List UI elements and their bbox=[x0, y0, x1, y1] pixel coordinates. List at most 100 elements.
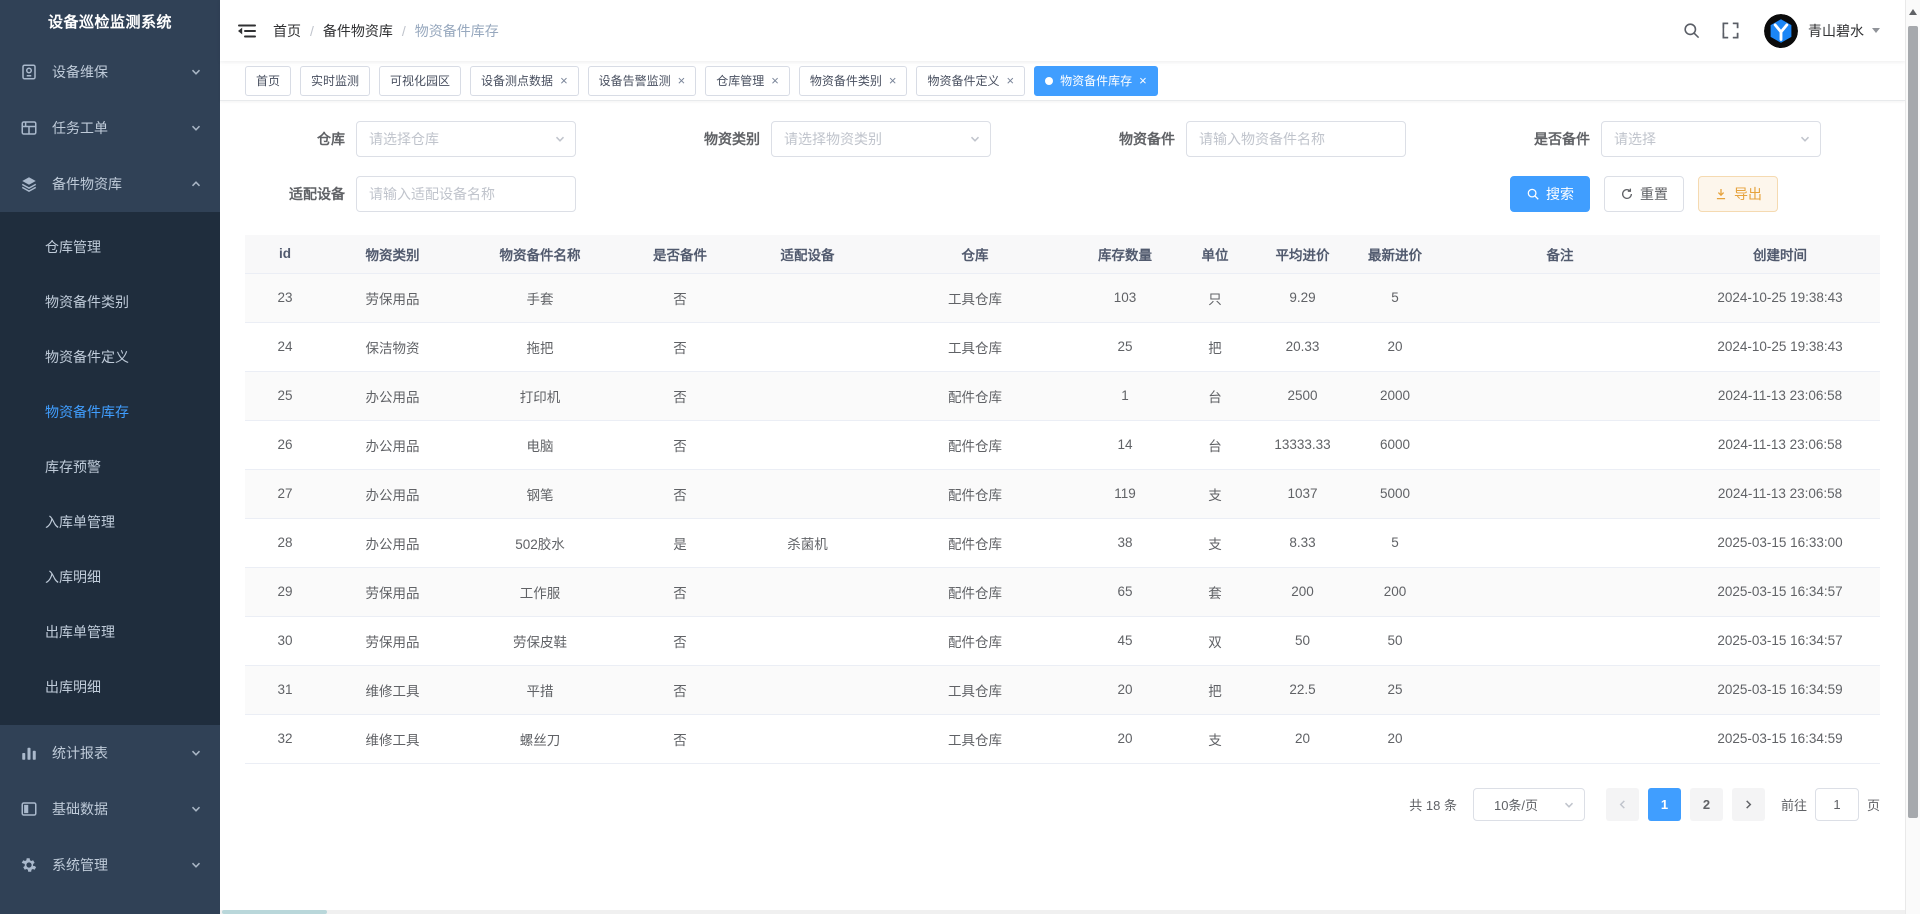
search-button[interactable]: 搜索 bbox=[1510, 176, 1590, 212]
cell-remark bbox=[1440, 273, 1680, 322]
goto-page: 前往 页 bbox=[1781, 788, 1880, 821]
tab-label: 设备告警监测 bbox=[599, 72, 671, 89]
filter-spare-name: 物资备件 bbox=[1075, 121, 1490, 157]
tab-realtime-monitor[interactable]: 实时监测 bbox=[300, 66, 370, 96]
close-icon[interactable]: × bbox=[1007, 74, 1015, 87]
tab-home[interactable]: 首页 bbox=[245, 66, 291, 96]
sidebar-item-inbound-details[interactable]: 入库明细 bbox=[0, 550, 220, 605]
topbar-right: 青山碧水 bbox=[1682, 14, 1880, 48]
next-page-button[interactable] bbox=[1732, 788, 1765, 821]
close-icon[interactable]: × bbox=[1139, 74, 1147, 87]
sidebar-item-spare-inventory[interactable]: 物资备件库存 bbox=[0, 385, 220, 440]
sidebar-item-base-data[interactable]: 基础数据 bbox=[0, 781, 220, 837]
cell-id: 28 bbox=[245, 518, 325, 567]
warehouse-select-input[interactable] bbox=[356, 121, 576, 157]
cell-quantity: 20 bbox=[1075, 665, 1175, 714]
export-button[interactable]: 导出 bbox=[1698, 176, 1778, 212]
tab-warehouse-management[interactable]: 仓库管理 × bbox=[705, 66, 790, 96]
table-row: 29 劳保用品 工作服 否 配件仓库 65 套 200 200 2025-03-… bbox=[245, 567, 1880, 616]
sidebar-item-spare-definition[interactable]: 物资备件定义 bbox=[0, 330, 220, 385]
breadcrumb-home[interactable]: 首页 bbox=[273, 21, 301, 41]
cell-is-spare: 否 bbox=[620, 469, 740, 518]
vertical-scrollbar-thumb[interactable] bbox=[1908, 26, 1918, 818]
cell-name: 拖把 bbox=[460, 322, 620, 371]
cell-id: 29 bbox=[245, 567, 325, 616]
sidebar-item-label: 统计报表 bbox=[52, 743, 108, 763]
sidebar-item-spare-category[interactable]: 物资备件类别 bbox=[0, 275, 220, 330]
search-button-label: 搜索 bbox=[1546, 184, 1574, 204]
close-icon[interactable]: × bbox=[889, 74, 897, 87]
breadcrumb-spare-parts[interactable]: 备件物资库 bbox=[323, 21, 393, 41]
cell-unit: 套 bbox=[1175, 567, 1255, 616]
chevron-down-icon bbox=[190, 122, 202, 134]
tab-spare-category[interactable]: 物资备件类别× bbox=[799, 66, 908, 96]
cell-category: 劳保用品 bbox=[325, 567, 460, 616]
category-select-input[interactable] bbox=[771, 121, 991, 157]
sidebar-item-system-management[interactable]: 系统管理 bbox=[0, 837, 220, 893]
search-icon[interactable] bbox=[1682, 21, 1701, 40]
close-icon[interactable]: × bbox=[678, 74, 686, 87]
sidebar-item-statistics[interactable]: 统计报表 bbox=[0, 725, 220, 781]
cell-latest-price: 20 bbox=[1350, 714, 1440, 763]
avatar[interactable] bbox=[1764, 14, 1798, 48]
warehouse-select[interactable] bbox=[356, 121, 576, 157]
sidebar-item-spare-parts[interactable]: 备件物资库 bbox=[0, 156, 220, 212]
col-is-spare: 是否备件 bbox=[620, 235, 740, 273]
page-size-select[interactable]: 10条/页 bbox=[1473, 788, 1585, 821]
scroll-up-arrow-icon[interactable] bbox=[1909, 9, 1917, 15]
sidebar-toggle-icon[interactable] bbox=[237, 21, 257, 41]
username[interactable]: 青山碧水 bbox=[1808, 21, 1864, 41]
close-icon[interactable]: × bbox=[771, 74, 779, 87]
tab-visual-park[interactable]: 可视化园区 bbox=[379, 66, 461, 96]
reset-button[interactable]: 重置 bbox=[1604, 176, 1684, 212]
sidebar-item-label: 备件物资库 bbox=[52, 174, 122, 194]
cell-quantity: 25 bbox=[1075, 322, 1175, 371]
tab-spare-inventory-active[interactable]: 物资备件库存× bbox=[1034, 66, 1158, 96]
horizontal-scrollbar[interactable] bbox=[220, 910, 1905, 914]
caret-down-icon[interactable] bbox=[1872, 28, 1880, 33]
goto-page-input[interactable] bbox=[1815, 788, 1859, 821]
app-root: 设备巡检监测系统 设备维保 任务工单 备件物资库 仓库管理 物资备件类别 bbox=[0, 0, 1920, 914]
cell-device: 杀菌机 bbox=[740, 518, 875, 567]
is-spare-select-input[interactable] bbox=[1601, 121, 1821, 157]
tab-label: 仓库管理 bbox=[716, 72, 764, 89]
col-unit: 单位 bbox=[1175, 235, 1255, 273]
device-maintenance-icon bbox=[20, 63, 38, 81]
cell-quantity: 103 bbox=[1075, 273, 1175, 322]
page-button-1[interactable]: 1 bbox=[1648, 788, 1681, 821]
close-icon[interactable]: × bbox=[560, 74, 568, 87]
cell-warehouse: 工具仓库 bbox=[875, 322, 1075, 371]
tab-device-point-data[interactable]: 设备测点数据× bbox=[470, 66, 579, 96]
breadcrumb-separator: / bbox=[310, 23, 314, 39]
filter-actions: 搜索 重置 导出 bbox=[1510, 176, 1778, 212]
sidebar-item-warehouse-management[interactable]: 仓库管理 bbox=[0, 220, 220, 275]
chevron-down-icon bbox=[190, 66, 202, 78]
tab-device-alarm-monitor[interactable]: 设备告警监测 × bbox=[588, 66, 697, 96]
device-field[interactable] bbox=[356, 176, 576, 212]
sidebar-item-outbound-details[interactable]: 出库明细 bbox=[0, 660, 220, 715]
page-button-2[interactable]: 2 bbox=[1690, 788, 1723, 821]
sidebar-item-task-orders[interactable]: 任务工单 bbox=[0, 100, 220, 156]
spare-name-field[interactable] bbox=[1186, 121, 1406, 157]
fullscreen-icon[interactable] bbox=[1721, 21, 1740, 40]
tab-label: 首页 bbox=[256, 72, 280, 89]
horizontal-scrollbar-thumb[interactable] bbox=[222, 910, 327, 914]
filter-warehouse: 仓库 bbox=[245, 121, 660, 157]
tab-label: 实时监测 bbox=[311, 72, 359, 89]
vertical-scrollbar[interactable] bbox=[1905, 0, 1920, 914]
sidebar-item-inbound-orders[interactable]: 入库单管理 bbox=[0, 495, 220, 550]
device-input[interactable] bbox=[356, 176, 576, 212]
is-spare-select[interactable] bbox=[1601, 121, 1821, 157]
category-select[interactable] bbox=[771, 121, 991, 157]
tags-bar: 首页 实时监测 可视化园区 设备测点数据× 设备告警监测 × 仓库管理 × 物资备件… bbox=[220, 61, 1905, 101]
sidebar-item-device-maintenance[interactable]: 设备维保 bbox=[0, 44, 220, 100]
cell-id: 27 bbox=[245, 469, 325, 518]
chevron-right-icon bbox=[1743, 799, 1754, 810]
prev-page-button[interactable] bbox=[1606, 788, 1639, 821]
sidebar-item-outbound-orders[interactable]: 出库单管理 bbox=[0, 605, 220, 660]
tab-spare-definition[interactable]: 物资备件定义× bbox=[916, 66, 1025, 96]
sidebar-item-inventory-warning[interactable]: 库存预警 bbox=[0, 440, 220, 495]
spare-name-input[interactable] bbox=[1186, 121, 1406, 157]
filter-row-2: 适配设备 搜索 重置 导出 bbox=[245, 176, 1880, 212]
export-button-label: 导出 bbox=[1734, 184, 1762, 204]
